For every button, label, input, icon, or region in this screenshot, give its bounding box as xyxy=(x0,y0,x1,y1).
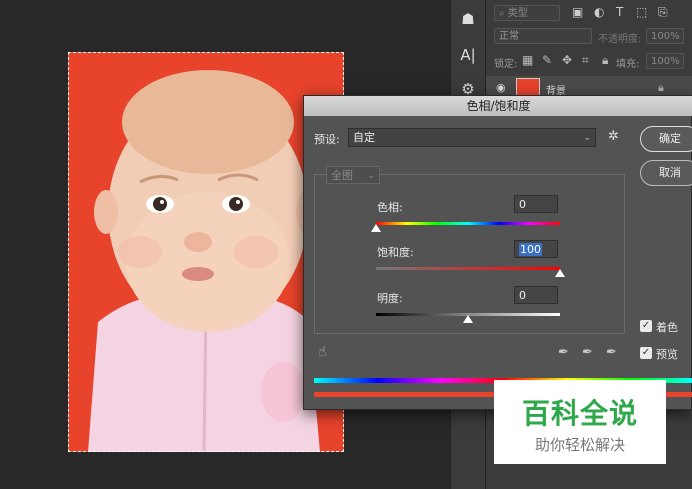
fill-value: 100% xyxy=(651,56,680,67)
opacity-field[interactable]: 100% xyxy=(646,28,684,44)
dialog-title: 色相/饱和度 xyxy=(304,96,692,116)
ok-label: 确定 xyxy=(659,132,681,145)
lock-label: 锁定: xyxy=(494,59,518,70)
cancel-label: 取消 xyxy=(659,166,681,179)
saturation-label: 饱和度: xyxy=(377,246,414,259)
saturation-slider-track[interactable] xyxy=(376,267,560,270)
visibility-eye-icon[interactable]: ◉ xyxy=(496,81,506,94)
lock-position-icon[interactable]: ✥ xyxy=(562,53,572,67)
hue-saturation-dialog: 色相/饱和度 预设: 自定 ⌄ ✲ 确定 取消 全图 ⌄ 色相: 0 饱和度: … xyxy=(303,95,692,410)
eyedropper-plus-icon[interactable]: ✒ xyxy=(582,345,593,360)
hue-field[interactable]: 0 xyxy=(514,195,558,213)
saturation-field[interactable]: 100 xyxy=(514,240,558,258)
layer-lock-icon: 🔒︎ xyxy=(658,81,664,94)
hue-slider-thumb[interactable] xyxy=(371,224,381,232)
watermark-subtitle: 助你轻松解决 xyxy=(534,436,625,454)
lock-artboard-icon[interactable]: ⌗ xyxy=(582,53,589,68)
eyedropper-icon[interactable]: ✒ xyxy=(558,345,569,360)
shape-filter-icon[interactable]: ⬚ xyxy=(636,5,647,19)
channel-value: 全图 xyxy=(331,169,353,182)
opacity-value: 100% xyxy=(651,31,680,42)
watermark-title: 百科全说 xyxy=(521,397,638,430)
image-filter-icon[interactable]: ▣ xyxy=(572,5,583,19)
saturation-slider-thumb[interactable] xyxy=(555,269,565,277)
eyedropper-minus-icon[interactable]: ✒ xyxy=(606,345,617,360)
blend-mode-value: 正常 xyxy=(499,31,519,42)
fill-label: 填充: xyxy=(616,59,640,70)
lock-all-icon[interactable]: 🔒︎ xyxy=(602,53,608,68)
cancel-button[interactable]: 取消 xyxy=(640,160,692,186)
chevron-down-icon: ⌄ xyxy=(367,171,375,181)
lightness-label: 明度: xyxy=(377,292,403,305)
hue-value: 0 xyxy=(519,198,526,211)
type-filter-icon[interactable]: T xyxy=(616,5,623,19)
layer-filter-label: 类型 xyxy=(507,8,528,19)
lightness-field[interactable]: 0 xyxy=(514,286,558,304)
preset-label: 预设: xyxy=(314,133,340,146)
preview-label: 预览 xyxy=(656,348,678,361)
colorize-checkbox[interactable]: ✓ xyxy=(640,320,652,332)
ok-button[interactable]: 确定 xyxy=(640,126,692,152)
chevron-down-icon: ⌄ xyxy=(583,133,591,143)
watermark-logo: 百科全说 助你轻松解决 xyxy=(494,380,666,464)
lock-transparency-icon[interactable]: ▦ xyxy=(522,53,533,67)
fill-field[interactable]: 100% xyxy=(646,53,684,69)
saturation-value: 100 xyxy=(519,243,542,256)
adjust-group xyxy=(314,174,625,334)
lock-pixels-icon[interactable]: ✎ xyxy=(542,53,552,67)
character-icon[interactable]: A| xyxy=(455,42,481,68)
adjustment-filter-icon[interactable]: ◐ xyxy=(594,5,604,19)
paragraph-icon[interactable]: ☗ xyxy=(455,6,481,32)
preview-checkbox[interactable]: ✓ xyxy=(640,347,652,359)
lightness-slider-thumb[interactable] xyxy=(463,315,473,323)
preset-value: 自定 xyxy=(353,131,375,144)
targeted-adjustment-hand-icon[interactable]: ☝ xyxy=(318,344,327,360)
search-icon: ⌕ xyxy=(499,8,505,19)
hue-slider-track[interactable] xyxy=(376,222,560,225)
lightness-value: 0 xyxy=(519,289,526,302)
hue-label: 色相: xyxy=(377,201,403,214)
blend-mode-select[interactable]: 正常 xyxy=(494,28,592,44)
smart-object-filter-icon[interactable]: ⎘ xyxy=(658,5,668,20)
gear-icon[interactable]: ✲ xyxy=(608,129,619,144)
colorize-label: 着色 xyxy=(656,321,678,334)
channel-select[interactable]: 全图 ⌄ xyxy=(326,166,380,184)
layer-filter-select[interactable]: ⌕ 类型 xyxy=(494,5,560,21)
opacity-label: 不透明度: xyxy=(598,34,642,45)
preset-select[interactable]: 自定 ⌄ xyxy=(348,128,596,147)
